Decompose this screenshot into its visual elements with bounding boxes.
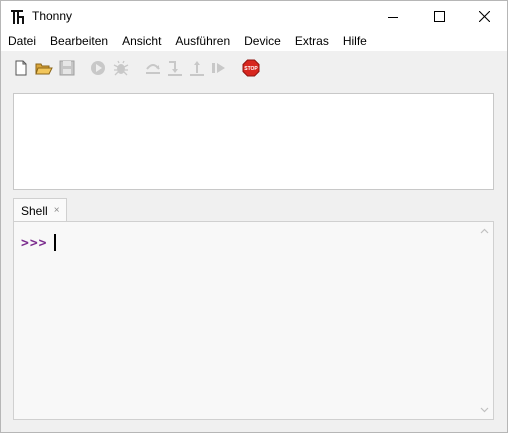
maximize-icon bbox=[433, 11, 445, 22]
tab-close-icon[interactable]: × bbox=[54, 205, 60, 216]
maximize-button[interactable] bbox=[416, 1, 462, 32]
minimize-icon bbox=[388, 16, 398, 18]
menu-extras[interactable]: Extras bbox=[288, 32, 336, 51]
run-icon[interactable] bbox=[89, 59, 107, 77]
shell-console[interactable]: >>> bbox=[13, 221, 494, 420]
tab-shell-label: Shell bbox=[21, 203, 48, 218]
stop-icon[interactable]: STOP bbox=[242, 59, 260, 77]
menu-ansicht[interactable]: Ansicht bbox=[115, 32, 168, 51]
minimize-button[interactable] bbox=[370, 1, 416, 32]
tab-shell[interactable]: Shell × bbox=[13, 198, 67, 222]
shell-prompt: >>> bbox=[21, 236, 48, 251]
resume-icon[interactable] bbox=[210, 59, 228, 77]
menu-bar: Datei Bearbeiten Ansicht Ausführen Devic… bbox=[1, 32, 507, 51]
menu-hilfe[interactable]: Hilfe bbox=[336, 32, 374, 51]
thonny-logo-icon bbox=[11, 10, 24, 24]
menu-bearbeiten[interactable]: Bearbeiten bbox=[43, 32, 115, 51]
window-title: Thonny bbox=[32, 9, 73, 23]
close-button[interactable] bbox=[461, 1, 507, 32]
step-out-icon[interactable] bbox=[188, 59, 206, 77]
text-cursor bbox=[54, 234, 56, 251]
editor-area[interactable] bbox=[13, 93, 494, 190]
app-window: Thonny Datei Bearbeiten Ansicht Ausführe… bbox=[0, 0, 508, 433]
debug-icon[interactable] bbox=[112, 59, 130, 77]
open-folder-icon[interactable] bbox=[35, 59, 53, 77]
menu-ausfuehren[interactable]: Ausführen bbox=[168, 32, 237, 51]
step-over-icon[interactable] bbox=[144, 59, 162, 77]
toolbar: STOP bbox=[1, 51, 507, 85]
new-file-icon[interactable] bbox=[12, 59, 30, 77]
close-icon bbox=[478, 11, 490, 22]
scroll-down-arrow-icon[interactable] bbox=[480, 405, 489, 414]
scroll-up-arrow-icon[interactable] bbox=[480, 227, 489, 236]
save-icon[interactable] bbox=[58, 59, 76, 77]
stop-label: STOP bbox=[244, 66, 258, 72]
vertical-scrollbar[interactable] bbox=[476, 222, 493, 419]
step-into-icon[interactable] bbox=[166, 59, 184, 77]
title-bar[interactable]: Thonny bbox=[1, 1, 507, 32]
menu-device[interactable]: Device bbox=[237, 32, 288, 51]
menu-datei[interactable]: Datei bbox=[1, 32, 43, 51]
